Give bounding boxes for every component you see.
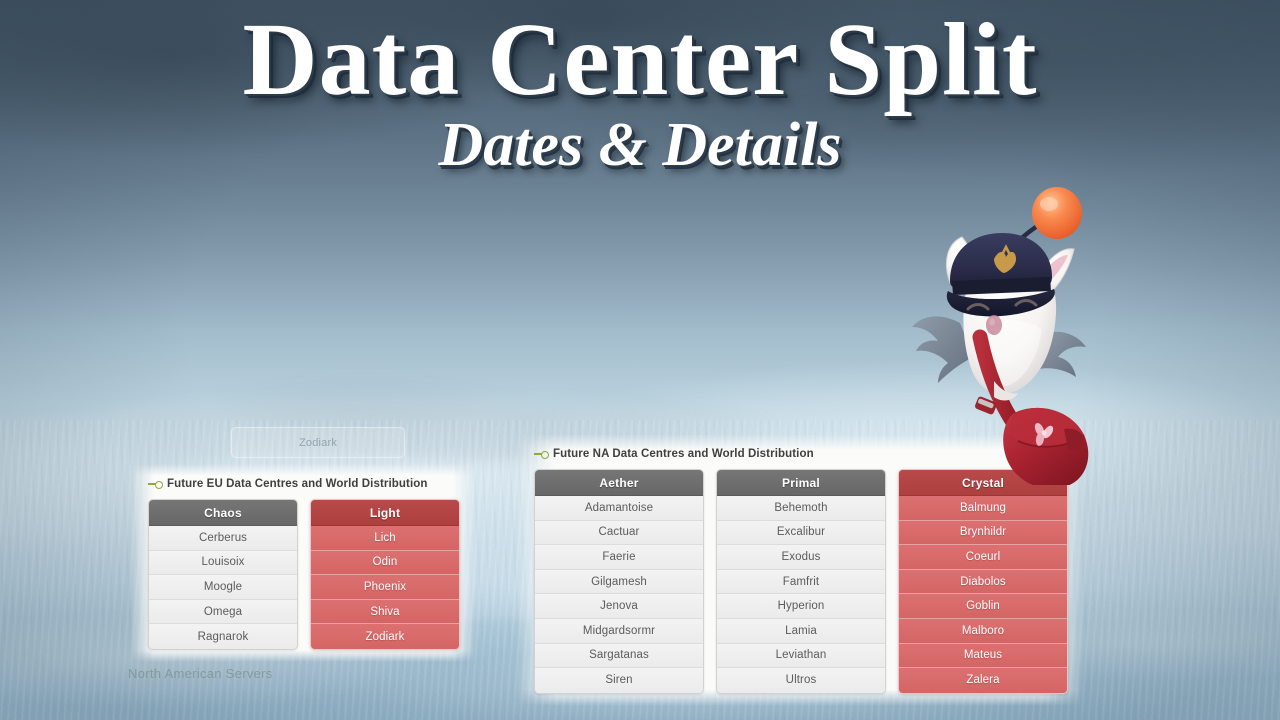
world-row: Omega [149, 599, 297, 625]
datacenter-table-crystal: Crystal Balmung Brynhildr Coeurl Diabolo… [898, 469, 1068, 694]
world-row: Siren [535, 668, 703, 693]
world-row: Sargatanas [535, 643, 703, 669]
world-row: Coeurl [899, 545, 1067, 570]
moogle-mail-carrier-icon [898, 185, 1118, 485]
ghost-previous-slide-row: Zodiark [231, 427, 405, 458]
datacenter-name-chaos: Chaos [149, 500, 297, 526]
world-row: Adamantoise [535, 496, 703, 521]
world-row: Leviathan [717, 643, 885, 669]
world-row: Famfrit [717, 569, 885, 595]
datacenter-table-light: Light Lich Odin Phoenix Shiva Zodiark [310, 499, 460, 650]
world-row: Goblin [899, 594, 1067, 619]
datacenter-name-light: Light [311, 500, 459, 526]
world-row: Ragnarok [149, 624, 297, 649]
world-row: Louisoix [149, 550, 297, 576]
datacenter-name-primal: Primal [717, 470, 885, 496]
world-row: Hyperion [717, 594, 885, 619]
world-row: Excalibur [717, 520, 885, 546]
world-row: Brynhildr [899, 520, 1067, 546]
world-row: Shiva [311, 599, 459, 625]
world-row: Faerie [535, 545, 703, 570]
world-row: Mateus [899, 643, 1067, 669]
arrow-circle-icon [534, 450, 549, 459]
world-row: Cactuar [535, 520, 703, 546]
world-row: Ultros [717, 668, 885, 693]
world-row: Diabolos [899, 569, 1067, 595]
world-row: Balmung [899, 496, 1067, 521]
world-row: Gilgamesh [535, 569, 703, 595]
world-row: Midgardsormr [535, 618, 703, 644]
panel-heading-eu: Future EU Data Centres and World Distrib… [148, 478, 460, 490]
world-row: Jenova [535, 594, 703, 619]
world-row: Lamia [717, 618, 885, 644]
world-row: Zodiark [311, 624, 459, 649]
tables-row-na: Aether Adamantoise Cactuar Faerie Gilgam… [534, 469, 1068, 694]
world-row: Cerberus [149, 526, 297, 551]
tables-row-eu: Chaos Cerberus Louisoix Moogle Omega Rag… [148, 499, 460, 650]
world-row: Exodus [717, 545, 885, 570]
datacenter-table-primal: Primal Behemoth Excalibur Exodus Famfrit… [716, 469, 886, 694]
panel-heading-label: Future NA Data Centres and World Distrib… [553, 448, 814, 460]
world-row: Malboro [899, 618, 1067, 644]
ghost-row-label: Zodiark [298, 436, 338, 449]
datacenter-name-aether: Aether [535, 470, 703, 496]
world-row: Lich [311, 526, 459, 551]
faded-footer-label: North American Servers [128, 666, 273, 681]
datacenter-table-chaos: Chaos Cerberus Louisoix Moogle Omega Rag… [148, 499, 298, 650]
world-row: Phoenix [311, 575, 459, 600]
slide-canvas: Data Center Split Dates & Details Zodiar… [0, 0, 1280, 720]
panel-heading-label: Future EU Data Centres and World Distrib… [167, 478, 428, 490]
world-row: Behemoth [717, 496, 885, 521]
world-row: Odin [311, 550, 459, 576]
arrow-circle-icon [148, 480, 163, 489]
datacenter-table-aether: Aether Adamantoise Cactuar Faerie Gilgam… [534, 469, 704, 694]
world-row: Zalera [899, 668, 1067, 693]
panel-eu-data-centres: Future EU Data Centres and World Distrib… [130, 464, 476, 662]
world-row: Moogle [149, 575, 297, 600]
